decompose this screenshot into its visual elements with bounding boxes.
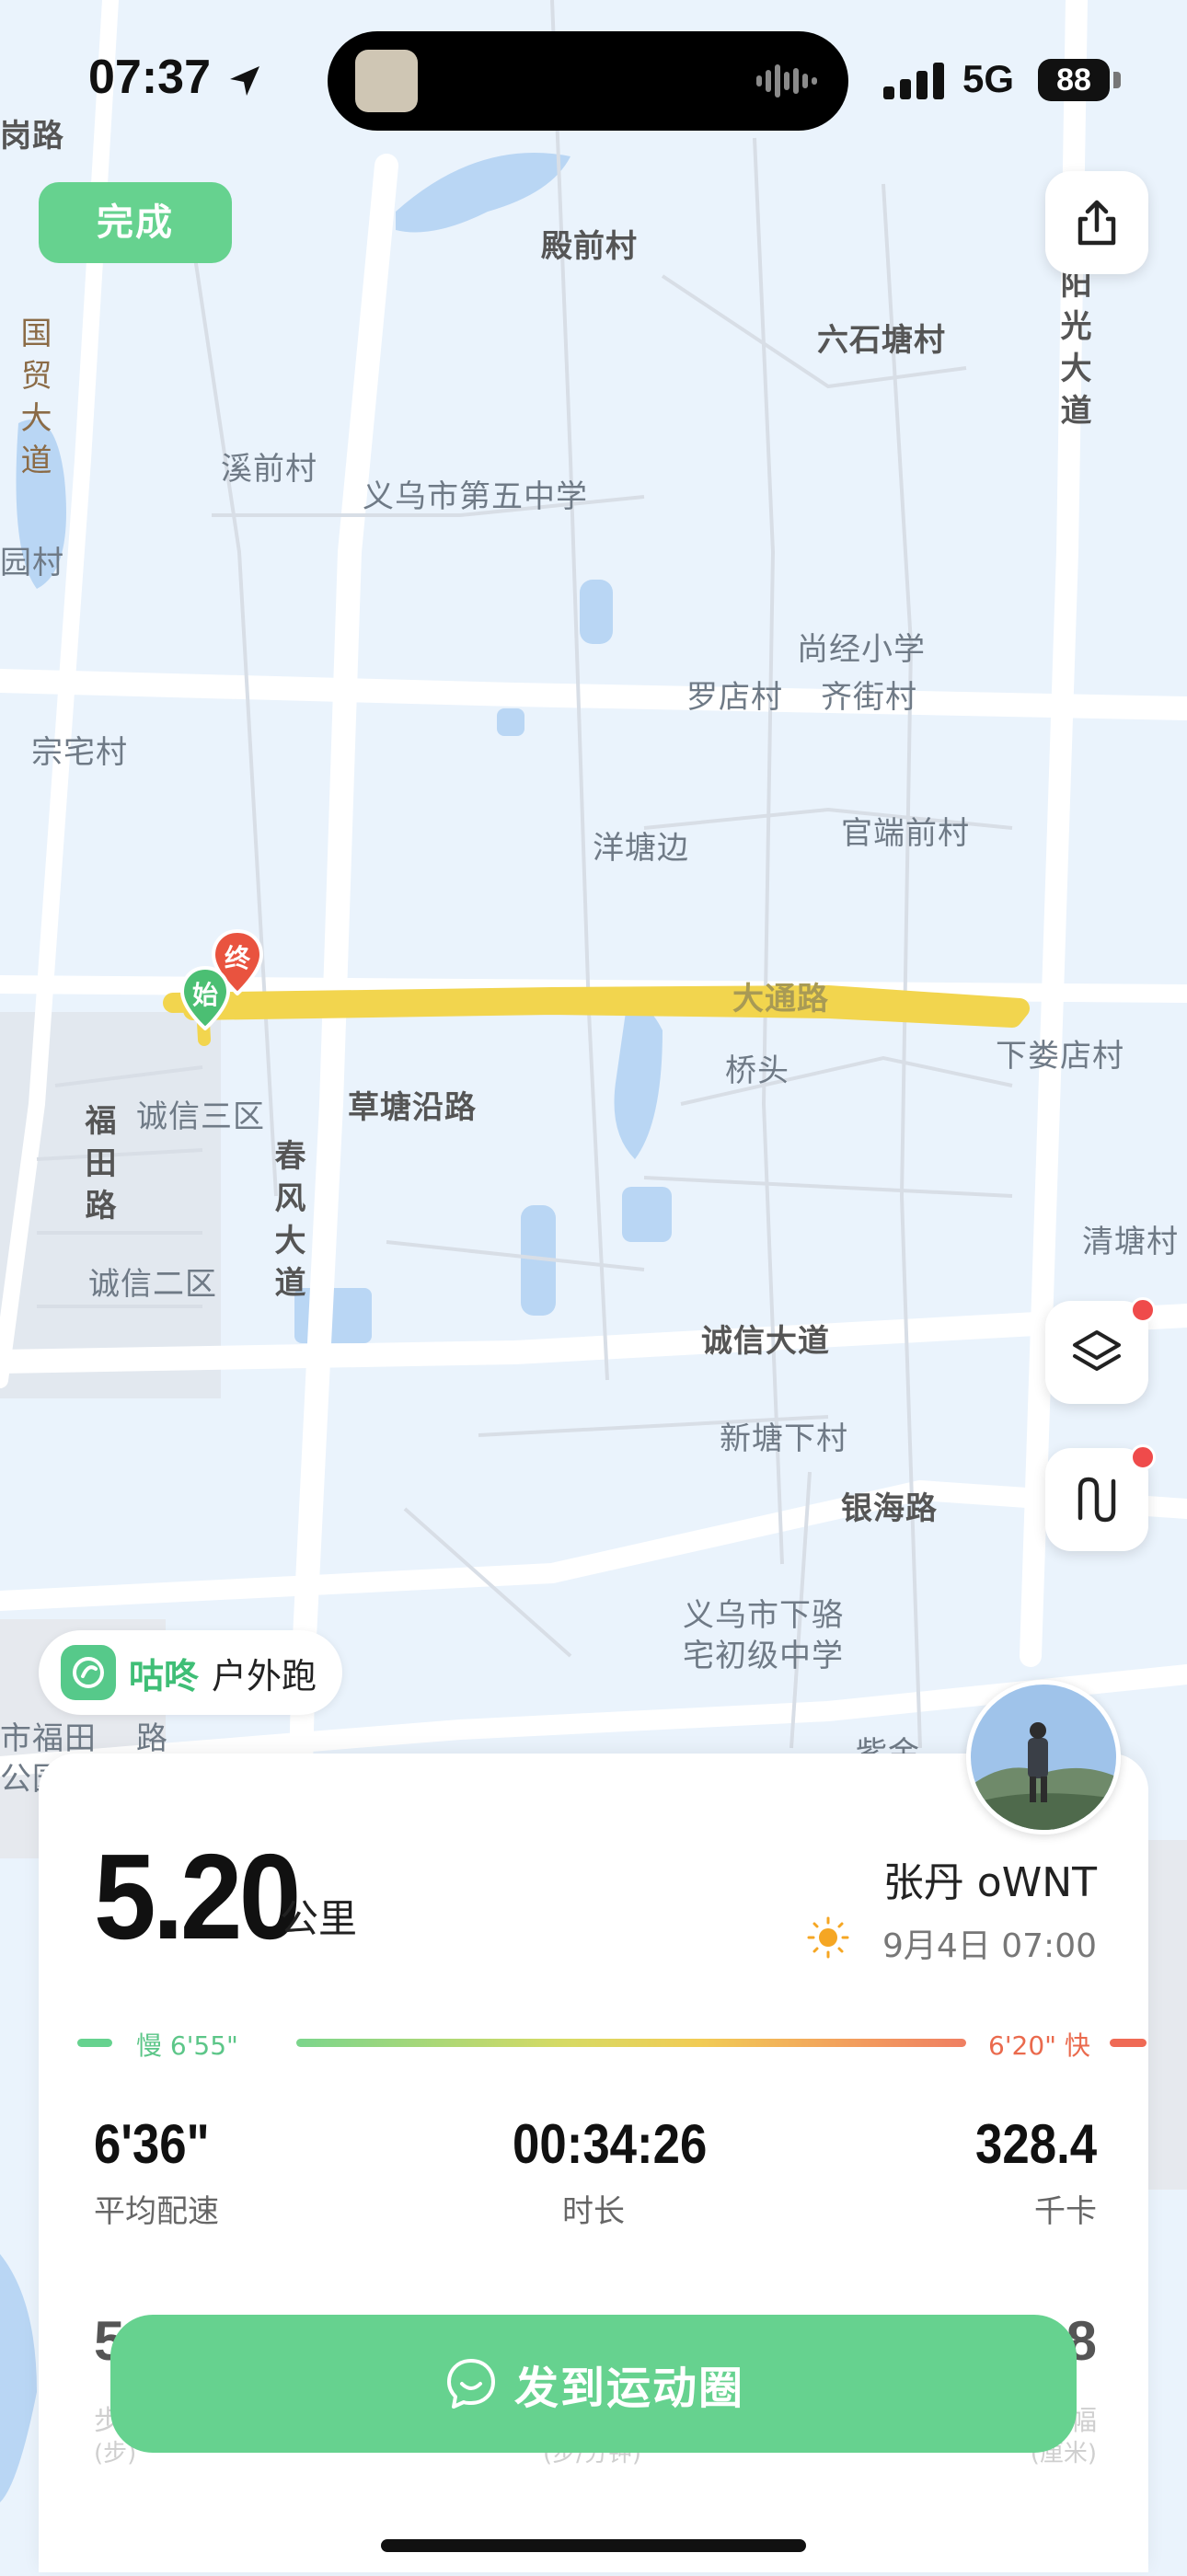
map-label: 罗店村 [686, 679, 783, 716]
dynamic-island[interactable] [328, 31, 848, 131]
share-to-moments-button[interactable]: 发到运动圈 [110, 2315, 1077, 2453]
map-label: 溪前村 [221, 451, 317, 488]
map-label: 诚信三区 [136, 1098, 265, 1135]
map-layers-button[interactable] [1045, 1297, 1156, 1404]
sun-icon [807, 1916, 849, 1959]
map-label: 宅初级中学 [683, 1638, 844, 1674]
map-label: 诚信大道 [701, 1323, 830, 1360]
map-label: 新塘下村 [720, 1420, 848, 1457]
status-time: 07:37 [88, 51, 211, 104]
status-bar: 07:37 5G 88 [0, 0, 1187, 166]
now-playing-artwork [355, 50, 418, 112]
map-label: 清塘村 [1082, 1224, 1179, 1260]
distance-value: 5.20 [94, 1829, 301, 1964]
share-button[interactable] [1045, 171, 1148, 274]
activity-mode: 户外跑 [212, 1655, 317, 1696]
start-marker-label: 始 [191, 980, 218, 1010]
map-label: 福田路 [85, 1103, 118, 1225]
map-label: 路 [136, 1720, 168, 1757]
avg-pace-label: 平均配速 [94, 2193, 219, 2230]
user-name[interactable]: 张丹 oWNT [883, 1849, 1097, 1908]
share-icon [1078, 200, 1116, 246]
map-label: 义乌市第五中学 [363, 478, 588, 515]
avg-pace-value: 6'36" [94, 2113, 210, 2175]
audio-wave-icon [756, 64, 817, 98]
map-label: 桥头 [725, 1052, 789, 1089]
map-label: 草塘沿路 [348, 1089, 477, 1126]
map-label: 园村 [0, 545, 64, 581]
pace-fast-label: 6'20" 快 [988, 2030, 1090, 2061]
brand-name: 咕咚 [129, 1655, 200, 1696]
avatar-photo [971, 1685, 1116, 1830]
pace-slow-label: 慢 6'55" [136, 2030, 238, 2061]
route-start-marker[interactable]: 始 [179, 965, 232, 1031]
battery-indicator: 88 [1038, 59, 1110, 101]
layers-icon [1073, 1330, 1121, 1371]
map-label: 官端前村 [841, 815, 970, 852]
route-curve-icon [1078, 1477, 1116, 1523]
network-type: 5G [962, 57, 1015, 100]
pace-legend: 慢 6'55" 6'20" 快 [77, 2026, 1147, 2063]
map-label: 阳光大道 [1060, 266, 1093, 430]
map-label: 六石塘村 [817, 322, 946, 359]
chat-bubble-icon [446, 2359, 495, 2409]
home-indicator[interactable] [381, 2539, 806, 2552]
duration-label: 时长 [562, 2193, 625, 2230]
activity-datetime: 9月4日 07:00 [882, 1927, 1097, 1965]
map-label: 尚经小学 [797, 631, 926, 668]
done-button[interactable]: 完成 [39, 182, 232, 263]
brand-badge: 咕咚 户外跑 [39, 1630, 343, 1715]
map-label: 义乌市下骆 [683, 1597, 844, 1634]
location-arrow-icon [230, 66, 259, 96]
distance-unit: 公里 [280, 1896, 358, 1941]
map-label: 国贸大道 [20, 316, 53, 479]
map-label: 洋塘边 [593, 830, 689, 867]
battery-cap [1113, 72, 1121, 88]
pace-fast-swatch [1110, 2039, 1147, 2047]
map-label: 齐街村 [821, 679, 917, 716]
notification-dot [1130, 1444, 1156, 1470]
map-label: 春风大道 [274, 1138, 307, 1302]
pace-slow-swatch [77, 2039, 112, 2047]
map-label: 殿前村 [541, 228, 638, 265]
duration-value: 00:34:26 [513, 2113, 708, 2175]
share-to-moments-label: 发到运动圈 [513, 2363, 744, 2414]
route-style-button[interactable] [1045, 1444, 1156, 1551]
cellular-signal-icon [883, 63, 944, 99]
calories-label: 千卡 [1034, 2193, 1097, 2230]
pace-gradient-bar [296, 2039, 966, 2047]
map-label: 下娄店村 [996, 1038, 1124, 1075]
avatar[interactable] [966, 1680, 1121, 1834]
notification-dot [1130, 1297, 1156, 1323]
calories-value: 328.4 [974, 2113, 1097, 2175]
codoon-logo-icon [61, 1645, 116, 1700]
map-label: 宗宅村 [31, 734, 128, 771]
map-label: 诚信二区 [88, 1266, 217, 1303]
map-label: 大通路 [732, 981, 829, 1018]
map-label: 银海路 [841, 1490, 938, 1527]
map-label: 市福田 [0, 1720, 97, 1757]
